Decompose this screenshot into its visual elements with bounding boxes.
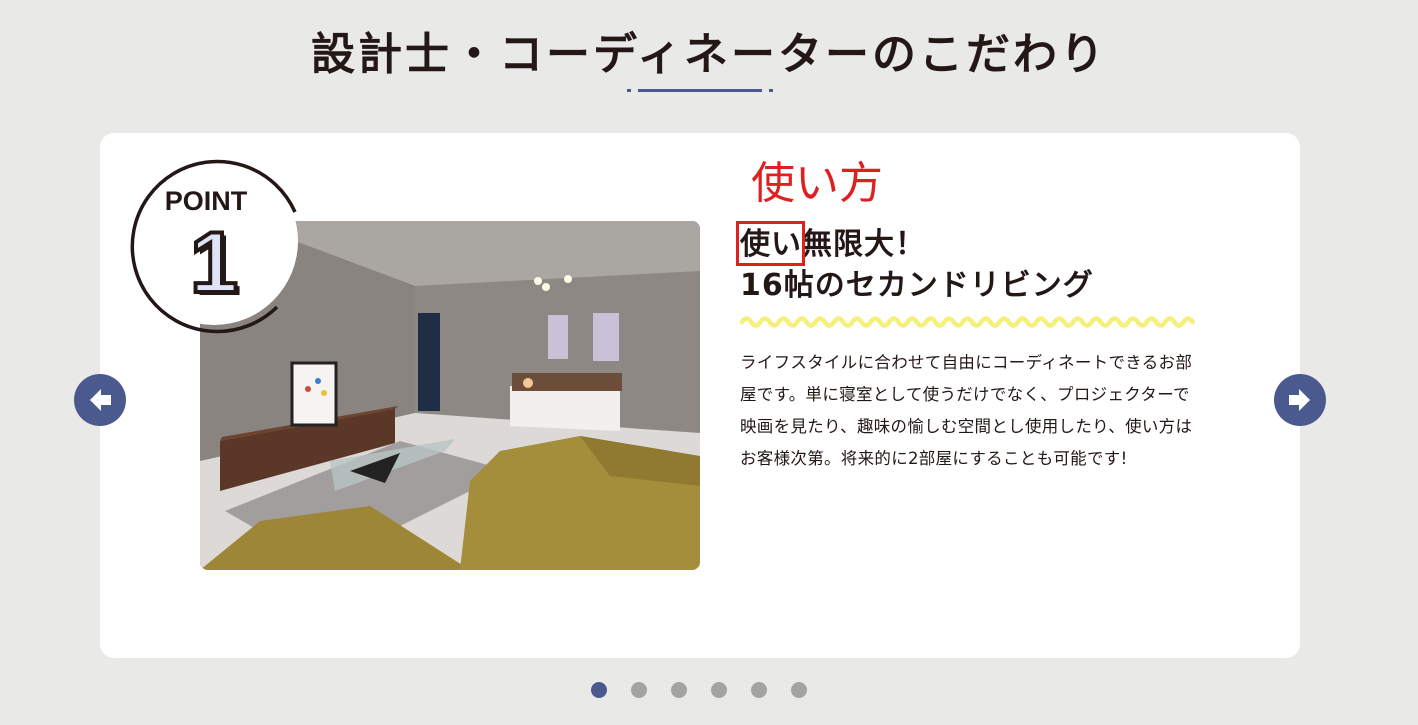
point-number: 1 <box>188 213 240 313</box>
heading-highlight: 使い <box>736 221 805 266</box>
slide-description: ライフスタイルに合わせて自由にコーディネートできるお部屋です。単に寝室として使う… <box>740 353 1193 468</box>
pagination-dot-1[interactable] <box>591 682 607 698</box>
prev-slide-button[interactable] <box>74 374 126 426</box>
pagination-dot-3[interactable] <box>671 682 687 698</box>
title-underline <box>627 89 773 93</box>
usage-annotation: 使い方 <box>751 158 883 209</box>
pagination-dot-5[interactable] <box>751 682 767 698</box>
pagination-dot-2[interactable] <box>631 682 647 698</box>
pagination-dot-6[interactable] <box>791 682 807 698</box>
section-title: 設計士・コーディネーターのこだわり <box>311 29 1107 80</box>
heading-rest: 無限大！ <box>802 227 926 262</box>
wave-divider <box>740 316 1196 328</box>
heading-line2: 16帖のセカンドリビング <box>740 268 1094 303</box>
arrow-right-icon <box>1289 389 1310 411</box>
slide-heading: 使い無限大！ 16帖のセカンドリビング <box>736 221 1210 306</box>
arrow-left-icon <box>90 389 111 411</box>
point-badge: POINT 1 <box>120 152 308 338</box>
next-slide-button[interactable] <box>1274 374 1326 426</box>
pagination-dot-4[interactable] <box>711 682 727 698</box>
point-label: POINT <box>164 186 248 216</box>
